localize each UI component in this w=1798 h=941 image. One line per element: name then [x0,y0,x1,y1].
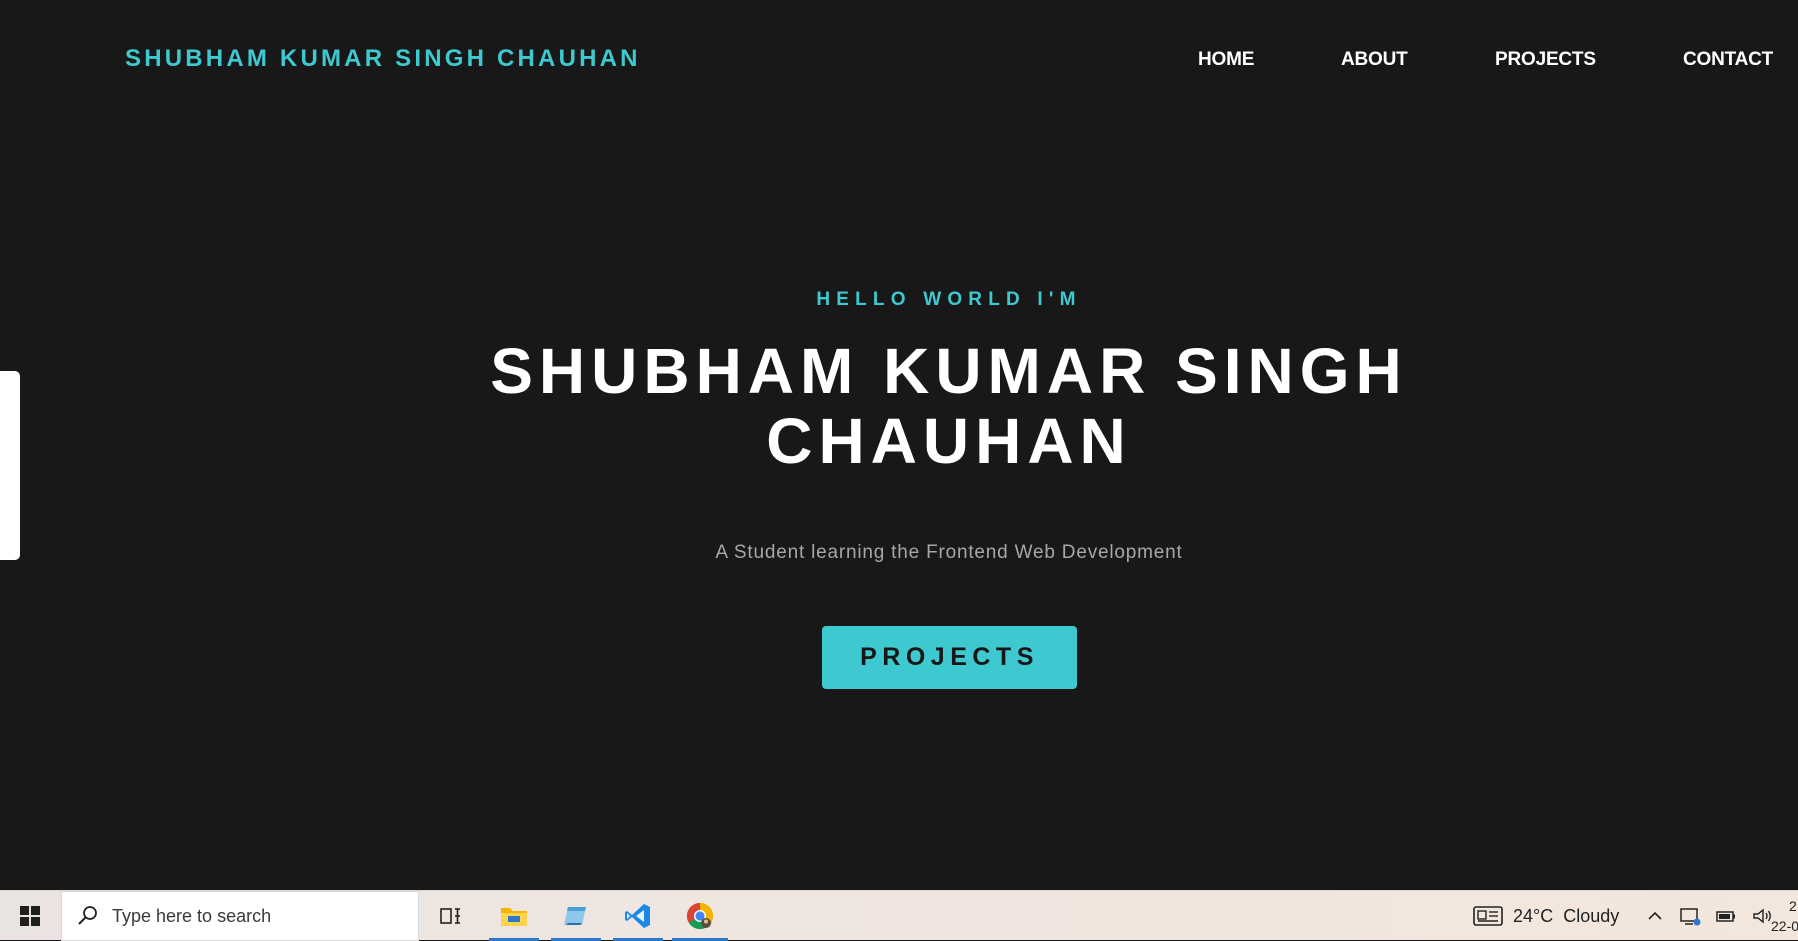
weather-widget[interactable]: 24°C Cloudy [1473,891,1619,941]
windows-logo-icon [20,906,40,926]
chrome-button[interactable] [670,891,730,941]
nav-home-link[interactable]: HOME [1198,49,1254,71]
nav-contact-link[interactable]: CONTACT [1683,49,1773,71]
vscode-icon [625,904,650,928]
hero-name-line1: SHUBHAM KUMAR SINGH [490,335,1408,407]
battery-icon[interactable] [1715,906,1737,926]
portfolio-page: SHUBHAM KUMAR SINGH CHAUHAN HOME ABOUT P… [0,0,1798,890]
windows-taskbar: Type here to search 24°C Cloudy 2 22-0 [0,890,1798,941]
nav-about-link[interactable]: ABOUT [1341,49,1408,71]
system-tray [1645,891,1773,941]
start-button[interactable] [0,891,60,941]
main-nav: HOME ABOUT PROJECTS CONTACT [0,49,1798,73]
notepad-button[interactable] [549,891,603,941]
hero-name-line2: CHAUHAN [766,405,1132,477]
network-icon[interactable] [1679,906,1701,926]
search-icon [78,906,97,925]
hero-tagline: A Student learning the Frontend Web Deve… [715,542,1183,563]
chevron-up-icon[interactable] [1645,906,1665,926]
volume-icon[interactable] [1751,906,1773,926]
task-view-icon [440,908,460,924]
notepad-icon [564,907,586,925]
hero-name: SHUBHAM KUMAR SINGH CHAUHAN [0,336,1798,476]
file-explorer-icon [501,908,527,926]
clock-time: 2 [1789,898,1797,914]
projects-button[interactable]: PROJECTS [822,626,1077,689]
clock-date: 22-0 [1771,918,1798,934]
weather-text: 24°C Cloudy [1513,905,1620,926]
taskbar-clock[interactable]: 2 22-0 [1771,896,1798,936]
chrome-icon [686,902,714,930]
file-explorer-button[interactable] [487,891,541,941]
hero-greeting: HELLO WORLD I'M [816,289,1082,310]
taskbar-search[interactable]: Type here to search [61,891,419,941]
task-view-button[interactable] [423,891,477,941]
search-placeholder: Type here to search [112,905,272,926]
vscode-button[interactable] [611,891,665,941]
news-weather-icon [1473,906,1503,926]
nav-projects-link[interactable]: PROJECTS [1495,49,1596,71]
